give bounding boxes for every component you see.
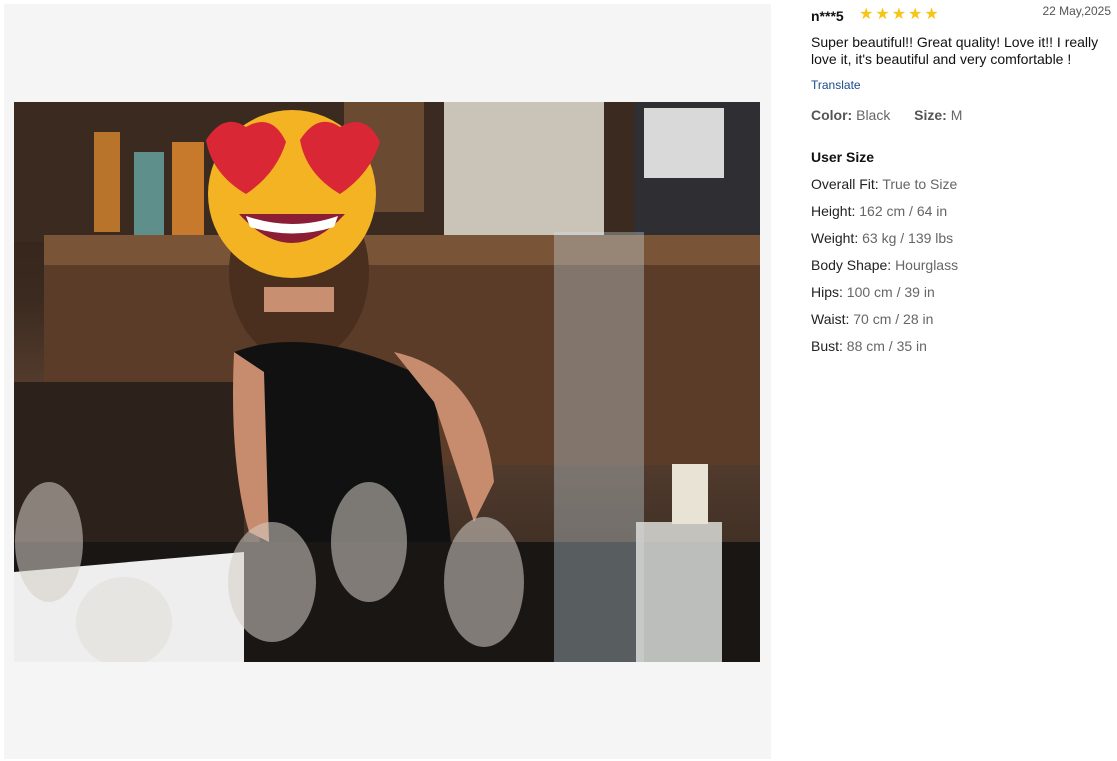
review-photo[interactable]: [14, 102, 760, 662]
size-item-hips: Hips: 100 cm / 39 in: [811, 284, 958, 311]
star-rating-icon: ★★★★★: [859, 6, 941, 23]
size-item-label: Waist:: [811, 311, 850, 327]
size-label: Size:: [914, 107, 947, 123]
size-value: M: [950, 107, 963, 123]
size-item-weight: Weight: 63 kg / 139 lbs: [811, 230, 958, 257]
user-size-list: Overall Fit: True to Size Height: 162 cm…: [811, 176, 958, 365]
review-date: 22 May,2025: [1042, 4, 1112, 18]
size-item-waist: Waist: 70 cm / 28 in: [811, 311, 958, 338]
review-photo-panel: [4, 4, 771, 759]
size-item-label: Overall Fit:: [811, 176, 879, 192]
translate-link[interactable]: Translate: [811, 78, 861, 92]
size-item-value: 70 cm / 28 in: [853, 311, 934, 327]
size-item-value: Hourglass: [895, 257, 959, 273]
size-item-value: 100 cm / 39 in: [846, 284, 935, 300]
size-item-overall-fit: Overall Fit: True to Size: [811, 176, 958, 203]
size-item-value: True to Size: [882, 176, 958, 192]
size-item-body-shape: Body Shape: Hourglass: [811, 257, 958, 284]
size-item-label: Weight:: [811, 230, 859, 246]
size-item-value: 88 cm / 35 in: [846, 338, 927, 354]
color-label: Color:: [811, 107, 853, 123]
review-text: Super beautiful!! Great quality! Love it…: [811, 34, 1099, 67]
size-item-label: Bust:: [811, 338, 843, 354]
user-size-title: User Size: [811, 149, 875, 165]
review-details: n***5 ★★★★★ 22 May,2025 Super beautiful!…: [811, 0, 1111, 354]
size-item-label: Body Shape:: [811, 257, 892, 273]
purchase-attributes: Color: Black Size: M: [811, 107, 962, 123]
size-item-value: 63 kg / 139 lbs: [862, 230, 954, 246]
size-item-value: 162 cm / 64 in: [859, 203, 948, 219]
review-header: n***5 ★★★★★ 22 May,2025: [811, 0, 1111, 26]
reviewer-name: n***5: [811, 8, 844, 24]
photo-illustration: [14, 102, 760, 662]
size-item-height: Height: 162 cm / 64 in: [811, 203, 958, 230]
size-item-label: Height:: [811, 203, 856, 219]
size-item-label: Hips:: [811, 284, 843, 300]
color-value: Black: [856, 107, 891, 123]
size-item-bust: Bust: 88 cm / 35 in: [811, 338, 958, 365]
